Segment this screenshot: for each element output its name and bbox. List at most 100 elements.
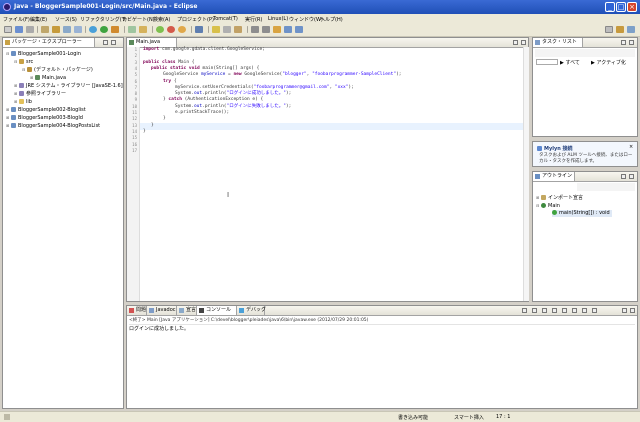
minimize-view-icon[interactable] <box>622 308 627 313</box>
menu-window[interactable]: ウィンドウ(W) <box>289 16 323 23</box>
menu-source[interactable]: ソース(S) <box>55 16 77 23</box>
new-package-icon[interactable] <box>52 26 60 33</box>
forward-icon[interactable] <box>295 26 303 33</box>
debug-icon[interactable] <box>89 26 97 33</box>
console-output[interactable]: ログインに成功しました。 <box>129 325 189 332</box>
terminate-icon[interactable] <box>522 308 527 313</box>
mylyn-body[interactable]: タスクおよび ALM ツールへ接続、またはローカル・タスクを作成します。 <box>539 153 635 165</box>
search-icon[interactable] <box>195 26 203 33</box>
tab-problems[interactable]: 問題 <box>127 306 147 315</box>
tab-main-java[interactable]: Main.java <box>127 38 177 47</box>
menu-refactor[interactable]: リファクタリング(T) <box>80 16 127 23</box>
display-console-icon[interactable] <box>582 308 587 313</box>
save-icon[interactable] <box>15 26 23 33</box>
menu-search[interactable]: 検索(A) <box>153 16 170 23</box>
open-type-icon[interactable] <box>74 26 82 33</box>
code-line-close-class[interactable]: } <box>143 129 146 135</box>
minimize-button[interactable]: _ <box>605 2 615 12</box>
java-perspective-icon[interactable] <box>616 26 624 33</box>
java-file-icon <box>129 40 134 45</box>
tab-outline[interactable]: アウトライン <box>533 172 575 181</box>
new-class-icon[interactable] <box>63 26 71 33</box>
new-project-icon[interactable] <box>41 26 49 33</box>
toggle-mark-icon[interactable] <box>212 26 220 33</box>
word-wrap-icon[interactable] <box>562 308 567 313</box>
maximize-view-icon[interactable] <box>629 174 634 179</box>
tab-javadoc[interactable]: Javadoc <box>147 306 177 315</box>
tree-item[interactable]: ⊞ BloggerSample002-Bloglist <box>6 106 86 113</box>
minimize-view-icon[interactable] <box>621 40 626 45</box>
open-console-icon[interactable] <box>592 308 597 313</box>
filter-all-link[interactable]: ▶ すべて <box>560 59 580 66</box>
new-file-icon[interactable] <box>4 26 12 33</box>
pin-console-icon[interactable] <box>572 308 577 313</box>
tab-debug[interactable]: デバッグ <box>237 306 266 315</box>
tomcat-stop-icon[interactable] <box>167 26 175 33</box>
tab-declaration[interactable]: 宣言 <box>177 306 197 315</box>
clear-console-icon[interactable] <box>542 308 547 313</box>
back-icon[interactable] <box>284 26 292 33</box>
task-search-input[interactable] <box>536 59 558 65</box>
menu-run[interactable]: 実行(R) <box>245 16 262 23</box>
toggle-comment-icon[interactable] <box>223 26 231 33</box>
menu-edit[interactable]: 編集(E) <box>30 16 47 23</box>
remove-launch-icon[interactable] <box>532 308 537 313</box>
outline-item[interactable]: ⊞ インポート宣言 <box>536 194 583 201</box>
tree-item[interactable]: ⊞ JRE システム・ライブラリー [JavaSE-1.6] <box>14 82 124 89</box>
close-button[interactable]: × <box>627 2 637 12</box>
scroll-lock-icon[interactable] <box>552 308 557 313</box>
code-line-close-method[interactable]: } <box>151 123 154 129</box>
outline-item[interactable]: main(String[]) : void <box>552 210 612 217</box>
tree-item[interactable]: ⊞ BloggerSample004-BlogPostsList <box>6 122 100 129</box>
tree-item[interactable]: ⊟ (デフォルト・パッケージ) <box>22 66 93 73</box>
code-text: .println( <box>202 103 227 109</box>
activate-link[interactable]: ▶ アクティブ化 <box>591 59 626 66</box>
code-line-stacktrace[interactable]: e.printStackTrace(); <box>175 110 229 116</box>
tab-package-explorer[interactable]: パッケージ・エクスプローラー <box>3 38 95 47</box>
menu-tomcat[interactable]: Tomcat(T) <box>213 16 238 22</box>
tab-console[interactable]: コンソール <box>197 306 237 315</box>
previous-annotation-icon[interactable] <box>262 26 270 33</box>
close-icon[interactable]: × <box>629 144 633 150</box>
menu-linux[interactable]: Linux(L) <box>268 16 288 22</box>
menu-file[interactable]: ファイル(F) <box>3 16 30 23</box>
code-line-import[interactable]: import com.google.gdata.client.GoogleSer… <box>143 47 265 53</box>
external-tools-icon[interactable] <box>111 26 119 33</box>
open-perspective-icon[interactable] <box>605 26 613 33</box>
code-line-service[interactable]: GoogleService myService = new GoogleServ… <box>163 72 401 78</box>
run-icon[interactable] <box>100 26 108 33</box>
last-edit-icon[interactable] <box>273 26 281 33</box>
menu-help[interactable]: ヘルプ(H) <box>320 16 343 23</box>
maximize-view-icon[interactable] <box>630 308 635 313</box>
maximize-view-icon[interactable] <box>521 40 526 45</box>
outline-item[interactable]: ⊟ Main <box>536 202 560 209</box>
package-explorer-header: パッケージ・エクスプローラー <box>3 38 123 48</box>
debug-perspective-icon[interactable] <box>627 26 635 33</box>
print-icon[interactable] <box>26 26 34 33</box>
fast-view-icon[interactable] <box>4 414 10 420</box>
tab-task-list[interactable]: タスク・リスト <box>533 38 583 47</box>
tree-item[interactable]: ⊞ Main.java <box>30 74 66 81</box>
tree-item[interactable]: ⊞ BloggerSample003-BlogId <box>6 114 83 121</box>
menu-project[interactable]: プロジェクト(P) <box>177 16 214 23</box>
outline-item-label: Main <box>548 203 560 209</box>
minimize-view-icon[interactable] <box>103 40 108 45</box>
show-whitespace-icon[interactable] <box>234 26 242 33</box>
tomcat-restart-icon[interactable] <box>178 26 186 33</box>
menu-navigate[interactable]: ナビゲート(N) <box>122 16 155 23</box>
outline-toolbar <box>577 183 635 191</box>
minimize-view-icon[interactable] <box>513 40 518 45</box>
tree-item[interactable]: ⊟ src <box>14 58 33 65</box>
code-line-close-catch[interactable]: } <box>163 116 166 122</box>
tree-item[interactable]: ⊟ BloggerSample001-Login <box>6 50 81 57</box>
maximize-button[interactable]: □ <box>616 2 626 12</box>
next-annotation-icon[interactable] <box>251 26 259 33</box>
tomcat-start-icon[interactable] <box>156 26 164 33</box>
minimize-view-icon[interactable] <box>621 174 626 179</box>
new-java-class-icon[interactable] <box>128 26 136 33</box>
open-resource-icon[interactable] <box>139 26 147 33</box>
tree-item[interactable]: ⊞ lib <box>14 98 32 105</box>
tree-item[interactable]: ⊞ 参照ライブラリー <box>14 90 66 97</box>
maximize-view-icon[interactable] <box>111 40 116 45</box>
maximize-view-icon[interactable] <box>629 40 634 45</box>
